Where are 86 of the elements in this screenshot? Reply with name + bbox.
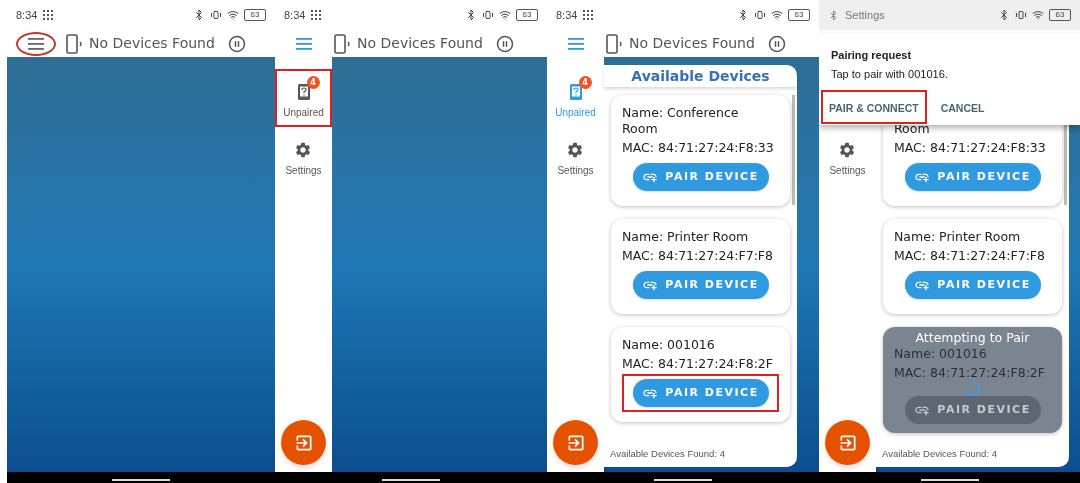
app-bar-title: No Devices Found bbox=[89, 34, 215, 53]
list-header: Available Devices bbox=[631, 66, 770, 86]
devices-found-count: Available Devices Found: 4 bbox=[881, 446, 998, 461]
pair-device-button[interactable]: PAIR DEVICE bbox=[904, 163, 1041, 191]
device-name: Name: 001016 bbox=[622, 337, 715, 353]
battery-icon: 63 bbox=[788, 9, 810, 21]
gear-icon bbox=[566, 141, 585, 159]
vibrate-icon bbox=[482, 9, 494, 21]
device-mac: MAC: 84:71:27:24:F7:F8 bbox=[894, 248, 1045, 264]
menu-icon[interactable] bbox=[27, 37, 44, 50]
notification-title: Settings bbox=[845, 7, 885, 23]
wifi-icon bbox=[1032, 9, 1044, 21]
device-name: Name: Printer Room bbox=[894, 229, 1021, 245]
app-bar-title: No Devices Found bbox=[629, 34, 755, 53]
device-mac: MAC: 84:71:27:24:F8:33 bbox=[894, 140, 1046, 156]
wifi-icon bbox=[227, 9, 239, 21]
device-mac: MAC: 84:71:27:24:F7:F8 bbox=[622, 248, 773, 264]
exit-button[interactable] bbox=[553, 420, 598, 465]
drawer-item[interactable]: 4 Unpaired bbox=[281, 76, 326, 120]
home-indicator bbox=[654, 479, 712, 481]
phone-question-icon bbox=[296, 83, 311, 101]
menu-icon[interactable] bbox=[567, 37, 584, 50]
dialog-title: Pairing request bbox=[831, 48, 913, 63]
pause-button[interactable] bbox=[767, 34, 786, 53]
count-badge: 4 bbox=[578, 76, 592, 89]
device-name: Name: 001016 bbox=[894, 346, 987, 362]
device-mac: MAC: 84:71:27:24:F8:33 bbox=[622, 140, 774, 156]
drawer-item[interactable]: Settings bbox=[283, 134, 324, 178]
battery-icon: 63 bbox=[244, 9, 266, 21]
loading-spinner-icon bbox=[964, 381, 981, 397]
drawer-item-label: Settings bbox=[557, 164, 594, 178]
device-mac: MAC: 84:71:27:24:F8:2F bbox=[894, 365, 1045, 381]
app-bar-title: No Devices Found bbox=[357, 34, 483, 53]
phone-signal-icon bbox=[66, 33, 84, 54]
home-indicator bbox=[112, 479, 170, 481]
vibrate-icon bbox=[210, 9, 222, 21]
home-indicator bbox=[382, 479, 440, 481]
battery-icon: 63 bbox=[1049, 9, 1071, 21]
pair-device-button[interactable]: PAIR DEVICE bbox=[904, 271, 1041, 299]
pair-device-button[interactable]: PAIR DEVICE bbox=[632, 379, 769, 407]
drawer-item-label: Unpaired bbox=[283, 106, 324, 120]
status-time: 8:34 bbox=[556, 7, 578, 23]
wifi-icon bbox=[499, 9, 511, 21]
phone-signal-icon bbox=[606, 33, 624, 54]
bluetooth-icon bbox=[193, 9, 205, 21]
drawer-item-label: Unpaired bbox=[555, 106, 596, 120]
pair-device-button[interactable]: PAIR DEVICE bbox=[632, 271, 769, 299]
drawer-item[interactable]: 4 Unpaired bbox=[553, 76, 598, 120]
phone-question-icon bbox=[568, 83, 583, 101]
drawer-item-label: Settings bbox=[829, 164, 866, 178]
device-name: Name: Conference Room bbox=[622, 105, 740, 137]
pair-device-button[interactable]: PAIR DEVICE bbox=[632, 163, 769, 191]
phone-signal-icon bbox=[334, 33, 352, 54]
home-indicator bbox=[920, 479, 979, 481]
device-mac: MAC: 84:71:27:24:F8:2F bbox=[622, 356, 773, 372]
bluetooth-icon bbox=[998, 9, 1010, 21]
exit-button[interactable] bbox=[825, 420, 870, 465]
bluetooth-icon bbox=[828, 9, 839, 21]
app-grid-icon bbox=[583, 10, 594, 20]
gear-icon bbox=[294, 141, 313, 159]
app-grid-icon bbox=[311, 10, 322, 20]
dialog-action-button[interactable]: CANCEL bbox=[940, 101, 985, 117]
vibrate-icon bbox=[754, 9, 766, 21]
bluetooth-icon bbox=[465, 9, 477, 21]
vibrate-icon bbox=[1015, 9, 1027, 21]
count-badge: 4 bbox=[306, 76, 320, 89]
devices-found-count: Available Devices Found: 4 bbox=[609, 446, 726, 461]
status-time: 8:34 bbox=[16, 7, 38, 23]
dialog-message: Tap to pair with 001016. bbox=[831, 66, 949, 82]
gear-icon bbox=[838, 141, 857, 159]
battery-icon: 63 bbox=[516, 9, 538, 21]
menu-icon[interactable] bbox=[295, 37, 312, 50]
exit-button[interactable] bbox=[281, 420, 326, 465]
pairing-status-text: Attempting to Pair bbox=[915, 330, 1030, 346]
bluetooth-icon bbox=[737, 9, 749, 21]
pause-button[interactable] bbox=[227, 34, 246, 53]
drawer-item-label: Settings bbox=[285, 164, 322, 178]
app-grid-icon bbox=[43, 10, 54, 20]
device-name: Name: Printer Room bbox=[622, 229, 749, 245]
dialog-action-button[interactable]: PAIR & CONNECT bbox=[829, 101, 919, 117]
drawer-item[interactable]: Settings bbox=[555, 134, 596, 178]
pause-button[interactable] bbox=[495, 34, 514, 53]
status-time: 8:34 bbox=[284, 7, 306, 23]
wifi-icon bbox=[771, 9, 783, 21]
drawer-item[interactable]: Settings bbox=[827, 134, 868, 178]
pair-device-button[interactable]: PAIR DEVICE bbox=[904, 396, 1041, 424]
